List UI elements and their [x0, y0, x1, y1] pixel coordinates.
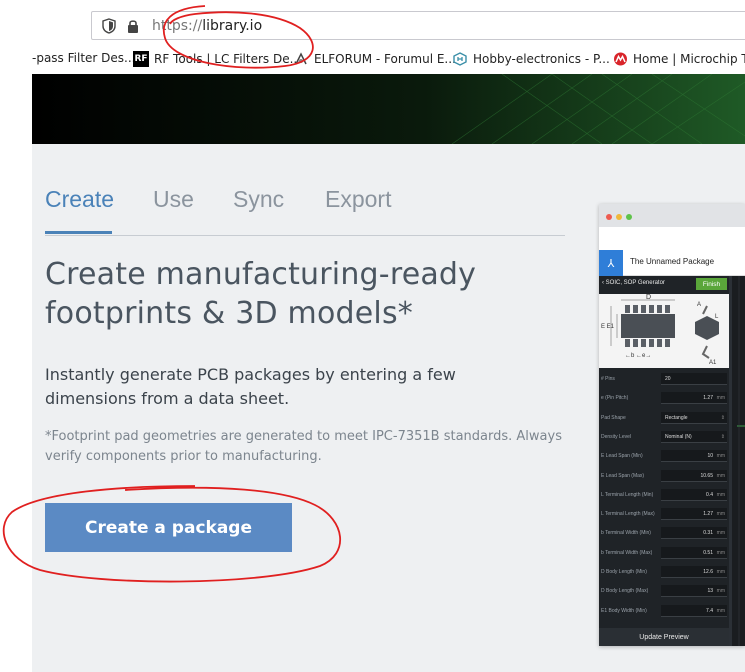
screenshot-root: https://library.io -pass Filter Des... R… — [0, 0, 745, 672]
annotation-circle-url — [163, 5, 314, 69]
annotation-overlay — [2, 5, 342, 583]
annotation-circle-button — [2, 485, 342, 583]
